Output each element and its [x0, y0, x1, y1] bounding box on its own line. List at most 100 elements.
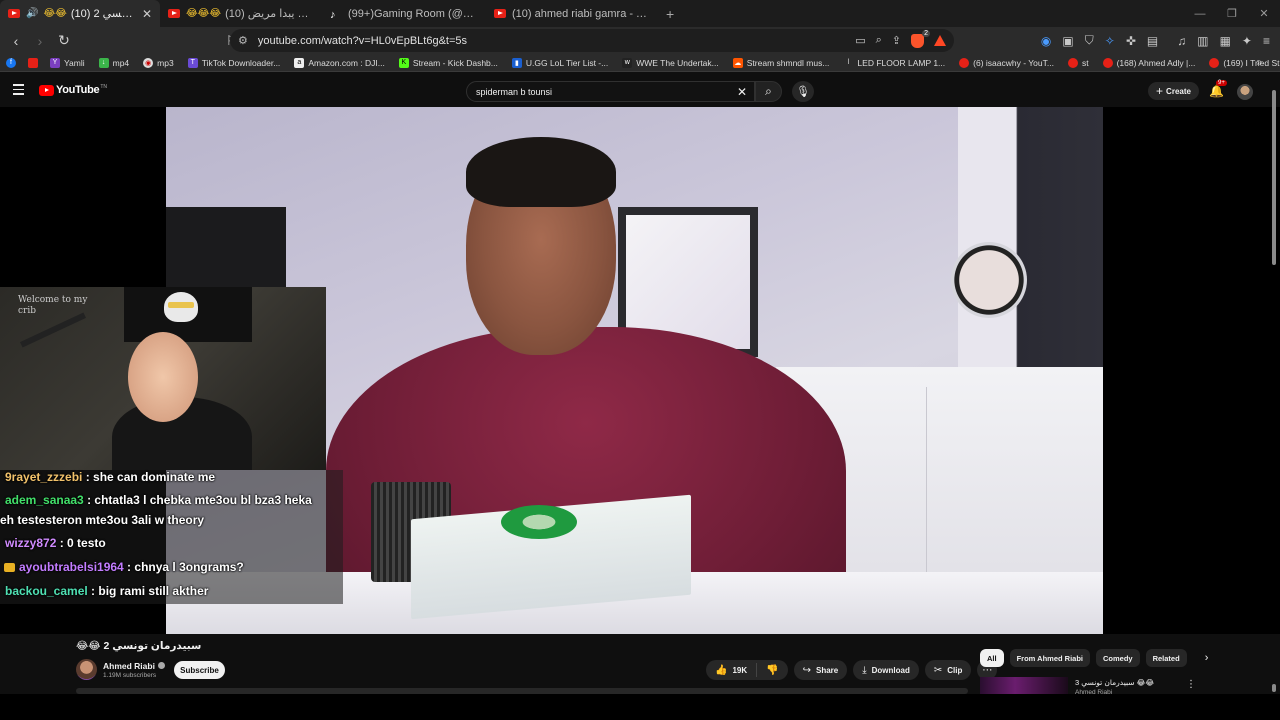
microphone-icon: 🎙 [796, 86, 810, 98]
recommendation-menu-icon[interactable]: ⋮ [1186, 679, 1196, 690]
wallet-icon[interactable]: ▦ [1220, 34, 1231, 48]
download-button[interactable]: ⤓ Download [853, 660, 919, 680]
cast-icon[interactable]: ▭ [855, 34, 865, 47]
bookmark-facebook[interactable]: f [6, 57, 20, 68]
bookmark-st[interactable]: st [1067, 57, 1089, 68]
bookmark-kick[interactable]: K Stream - Kick Dashb... [398, 57, 498, 68]
bookmark-mp4[interactable]: ↓ mp4 [98, 57, 129, 68]
tab-strip: 🔊 😂😂 (10) سبيدرمان تونسي 2 ✕ 😂😂😂 (10) خو… [0, 0, 1280, 27]
tab-title: (10) سبيدرمان تونسي 2 [70, 8, 134, 20]
translate-extension-icon[interactable]: ✧ [1105, 34, 1115, 48]
bookmark-amazon[interactable]: a Amazon.com : DJI... [294, 57, 385, 68]
chat-username: 9rayet_zzzebi [5, 470, 83, 484]
browser-tab-3[interactable]: ♪ (99+)Gaming Room (@gamingroom [322, 0, 486, 27]
chat-username: wizzy872 [5, 536, 57, 550]
site-settings-icon[interactable]: ⚙ [238, 34, 248, 47]
youtube-icon [959, 57, 970, 68]
chat-message: wizzy872 : 0 testo [5, 536, 106, 550]
chip-all[interactable]: All [980, 649, 1004, 667]
chip-from-channel[interactable]: From Ahmed Riabi [1009, 649, 1090, 667]
share-button[interactable]: ↪ Share [793, 660, 848, 680]
tab-search-icon[interactable]: ▤ [1147, 34, 1158, 48]
leo-ai-icon[interactable]: ✦ [1242, 34, 1252, 48]
clear-search-icon[interactable]: ✕ [737, 85, 747, 99]
search-button[interactable]: ⌕ [755, 81, 782, 102]
forward-icon[interactable]: › [30, 31, 50, 51]
bookmark-isaacwhy[interactable]: (6) isaacwhy - YouT... [959, 57, 1054, 68]
thumbs-up-icon: 👍 [715, 664, 728, 676]
hamburger-menu-icon[interactable] [13, 84, 24, 98]
bookmark-tried-streaming[interactable]: (169) I Tried Streami... [1209, 57, 1280, 68]
like-dislike-group: 👍 19K 👎 [706, 660, 788, 680]
lamp-icon: ǀ [847, 59, 850, 66]
chat-text: big rami still akther [98, 584, 209, 598]
plus-icon: + [1156, 84, 1164, 98]
new-tab-button[interactable]: + [656, 0, 684, 27]
back-icon[interactable]: ‹ [6, 31, 26, 51]
download-arrow-icon: ↓ [98, 57, 109, 68]
extension-icon[interactable]: ▣ [1062, 34, 1073, 48]
account-avatar[interactable] [1237, 84, 1253, 100]
chip-comedy[interactable]: Comedy [1096, 649, 1140, 667]
kick-icon: K [398, 57, 409, 68]
bookmark-yamli[interactable]: Y Yamli [50, 57, 85, 68]
sidebar-icon[interactable]: ▥ [1197, 34, 1208, 48]
video-actions: 👍 19K 👎 ↪ Share ⤓ Download ✂ Clip ⋯ [706, 660, 998, 680]
streamer-face [128, 332, 198, 422]
address-toolbar: ‹ › ↻ ⚐ ⚙ youtube.com/watch?v=HL0vEpBLt6… [0, 27, 1280, 54]
chip-related[interactable]: Related [1145, 649, 1187, 667]
speaker-icon[interactable]: 🔊 [26, 8, 38, 19]
subscribe-button[interactable]: Subscribe [174, 661, 225, 679]
bookmark-ugg[interactable]: ▮ U.GG LoL Tier List -... [511, 57, 608, 68]
youtube-favicon-icon [168, 9, 180, 18]
share-page-icon[interactable]: ⇪ [892, 34, 901, 47]
chat-username: adem_sanaa3 [5, 493, 84, 507]
bookmark-wwe[interactable]: w WWE The Undertak... [622, 57, 719, 68]
create-button[interactable]: + Create [1148, 82, 1199, 100]
address-bar[interactable]: ⚙ youtube.com/watch?v=HL0vEpBLt6g&t=5s ▭… [230, 29, 954, 52]
chat-message-continuation: eh testesteron mte3ou 3ali w theory [0, 513, 204, 527]
clip-button[interactable]: ✂ Clip [924, 660, 972, 680]
brave-shields-icon[interactable]: 2 [911, 29, 930, 48]
browser-tab-1[interactable]: 🔊 😂😂 (10) سبيدرمان تونسي 2 ✕ [0, 0, 160, 27]
scrollbar-thumb[interactable] [1272, 90, 1276, 265]
scissors-icon: ✂ [933, 664, 943, 676]
notifications-button[interactable]: 🔔 9+ [1209, 80, 1227, 98]
restore-icon[interactable]: ❐ [1216, 0, 1248, 27]
bookmark-youtube[interactable] [28, 57, 42, 68]
chat-text: chtatla3 l chebka mte3ou bl bza3 heka [94, 493, 312, 507]
bookmark-ahmed-adly[interactable]: (168) Ahmed Adly |... [1102, 57, 1195, 68]
dislike-button[interactable]: 👎 [757, 665, 787, 676]
menu-icon[interactable]: ≡ [1263, 34, 1270, 48]
reload-icon[interactable]: ↻ [54, 31, 74, 51]
search-input[interactable]: spiderman b tounsi ✕ [466, 81, 755, 102]
youtube-logo[interactable]: YouTube TN [39, 84, 107, 96]
browser-tab-2[interactable]: 😂😂😂 (10) خوك كي يبدا مريض [160, 0, 322, 27]
bookmark-led-lamp[interactable]: ǀ LED FLOOR LAMP 1... [843, 58, 946, 68]
bookmark-stream-music[interactable]: ☁ Stream shmndl mus... [732, 57, 829, 68]
close-window-icon[interactable]: ✕ [1248, 0, 1280, 27]
subscriber-badge-icon [4, 563, 15, 572]
minimize-icon[interactable]: — [1184, 0, 1216, 27]
puzzle-icon[interactable]: ✜ [1126, 34, 1136, 48]
voice-search-button[interactable]: 🎙 [792, 81, 814, 102]
recommendation-title[interactable]: سبيدرمان تونسي 3 😂😂 [1075, 678, 1154, 687]
thumbs-down-icon: 👎 [766, 664, 779, 676]
shield-extension-icon[interactable]: ⛉ [1085, 33, 1094, 48]
zoom-icon[interactable]: ⌕ [876, 34, 882, 47]
chat-text: she can dominate me [93, 470, 216, 484]
youtube-favicon-icon [8, 9, 20, 18]
chevron-right-icon[interactable]: › [1205, 652, 1209, 664]
channel-avatar[interactable] [76, 659, 97, 680]
channel-name[interactable]: Ahmed Riabi [103, 661, 165, 671]
browser-tab-4[interactable]: (10) ahmed riabi gamra - YouTube [486, 0, 656, 27]
bookmarks-overflow-icon[interactable]: » [1256, 57, 1262, 68]
audio-extension-icon[interactable]: ◉ [1041, 34, 1051, 48]
ugg-icon: ▮ [511, 57, 522, 68]
like-button[interactable]: 👍 19K [706, 663, 758, 677]
close-tab-icon[interactable]: ✕ [142, 7, 152, 21]
bookmark-mp3[interactable]: ◉ mp3 [143, 57, 174, 68]
music-icon[interactable]: ♫ [1177, 34, 1186, 48]
brave-rewards-icon[interactable] [934, 35, 946, 46]
bookmark-tiktok-downloader[interactable]: T TikTok Downloader... [187, 57, 280, 68]
